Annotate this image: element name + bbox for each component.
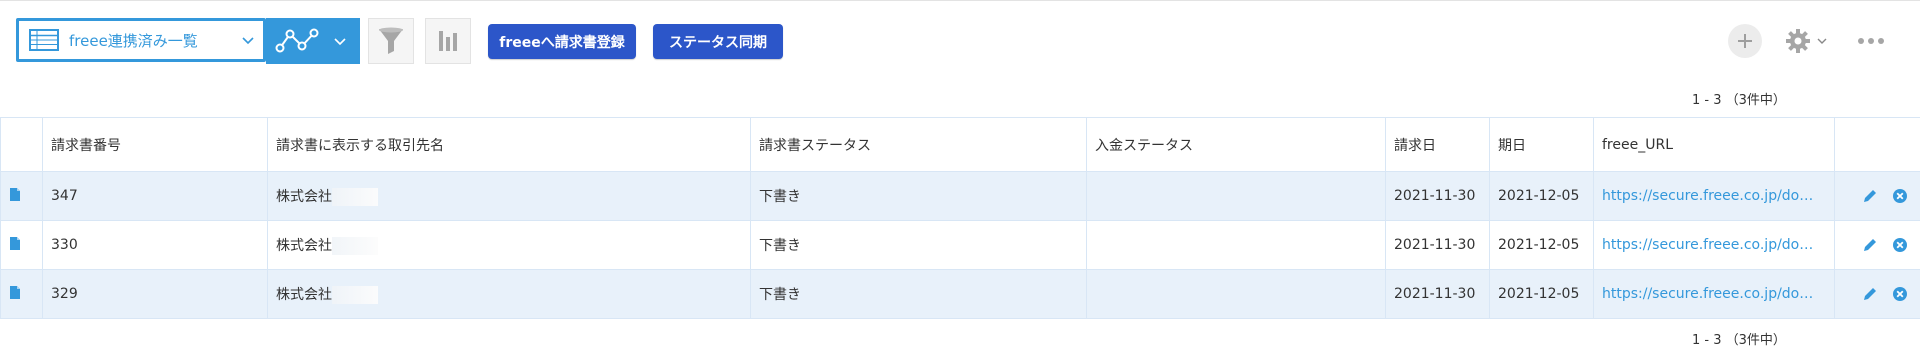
redacted-area	[332, 188, 378, 206]
view-selector[interactable]: freee連携済み一覧	[16, 18, 266, 62]
bar-chart-icon	[439, 31, 457, 51]
column-header[interactable]: 請求書に表示する取引先名	[267, 117, 751, 172]
column-header[interactable]: 請求日	[1385, 117, 1490, 172]
invoice-date-cell: 2021-11-30	[1385, 171, 1490, 221]
record-link-cell[interactable]	[0, 220, 43, 270]
status-sync-button[interactable]: ステータス同期	[653, 24, 783, 59]
client-name-text: 株式会社	[276, 287, 332, 303]
payment-status-cell	[1086, 171, 1386, 221]
table-header-row: 請求書番号 請求書に表示する取引先名 請求書ステータス 入金ステータス 請求日 …	[0, 117, 1920, 172]
client-name-cell: 株式会社	[267, 220, 751, 270]
invoice-date-cell: 2021-11-30	[1385, 269, 1490, 319]
due-date-cell: 2021-12-05	[1489, 220, 1594, 270]
pencil-icon[interactable]	[1862, 188, 1878, 204]
invoice-number-cell: 330	[42, 220, 268, 270]
pagination-info: 1 - 3 （3件中）	[1692, 333, 1786, 348]
chevron-down-icon	[334, 38, 346, 46]
pagination-info: 1 - 3 （3件中）	[1692, 93, 1786, 108]
column-header[interactable]: 請求書番号	[42, 117, 268, 172]
graph-view-button[interactable]	[266, 18, 360, 64]
chevron-down-icon	[242, 37, 254, 45]
row-actions-cell	[1834, 269, 1920, 319]
table-row: 329 株式会社 下書き 2021-11-30 2021-12-05 https…	[0, 269, 1920, 319]
freee-url-link[interactable]: https://secure.freee.co.jp/do…	[1593, 269, 1835, 319]
client-name-text: 株式会社	[276, 238, 332, 254]
invoice-number-cell: 329	[42, 269, 268, 319]
invoice-status-cell: 下書き	[750, 220, 1087, 270]
more-icon[interactable]	[1856, 30, 1886, 52]
record-link-cell[interactable]	[0, 269, 43, 319]
filter-icon	[379, 27, 403, 54]
row-actions-cell	[1834, 171, 1920, 221]
record-link-cell[interactable]	[0, 171, 43, 221]
delete-icon[interactable]	[1892, 286, 1908, 302]
client-name-text: 株式会社	[276, 189, 332, 205]
column-header[interactable]: 期日	[1489, 117, 1594, 172]
freee-url-link[interactable]: https://secure.freee.co.jp/do…	[1593, 220, 1835, 270]
pencil-icon[interactable]	[1862, 237, 1878, 253]
client-name-cell: 株式会社	[267, 269, 751, 319]
chart-button[interactable]	[425, 18, 471, 64]
table-row: 330 株式会社 下書き 2021-11-30 2021-12-05 https…	[0, 220, 1920, 270]
delete-icon[interactable]	[1892, 188, 1908, 204]
row-actions-cell	[1834, 220, 1920, 270]
filter-button[interactable]	[368, 18, 414, 64]
column-header[interactable]: 請求書ステータス	[750, 117, 1087, 172]
freee-url-link[interactable]: https://secure.freee.co.jp/do…	[1593, 171, 1835, 221]
column-header-actions	[1834, 117, 1920, 172]
document-icon[interactable]	[9, 236, 21, 251]
invoice-date-cell: 2021-11-30	[1385, 220, 1490, 270]
client-name-cell: 株式会社	[267, 171, 751, 221]
settings-button[interactable]	[1784, 25, 1832, 57]
due-date-cell: 2021-12-05	[1489, 171, 1594, 221]
plus-icon	[1738, 34, 1752, 48]
graph-icon	[275, 28, 319, 53]
table-row: 347 株式会社 下書き 2021-11-30 2021-12-05 https…	[0, 171, 1920, 221]
pencil-icon[interactable]	[1862, 286, 1878, 302]
delete-icon[interactable]	[1892, 237, 1908, 253]
chevron-down-icon	[1817, 38, 1827, 44]
redacted-area	[332, 286, 378, 304]
invoice-status-cell: 下書き	[750, 269, 1087, 319]
payment-status-cell	[1086, 269, 1386, 319]
column-header[interactable]: freee_URL	[1593, 117, 1835, 172]
add-record-button[interactable]	[1728, 24, 1762, 58]
view-selector-label: freee連携済み一覧	[69, 31, 198, 50]
column-header[interactable]: 入金ステータス	[1086, 117, 1386, 172]
payment-status-cell	[1086, 220, 1386, 270]
gear-icon	[1786, 29, 1810, 53]
toolbar: freee連携済み一覧 freeeへ請求書登録 ステータス同期	[0, 0, 1920, 80]
document-icon[interactable]	[9, 285, 21, 300]
due-date-cell: 2021-12-05	[1489, 269, 1594, 319]
document-icon[interactable]	[9, 187, 21, 202]
invoice-number-cell: 347	[42, 171, 268, 221]
freee-register-button[interactable]: freeeへ請求書登録	[488, 24, 636, 59]
redacted-area	[332, 237, 378, 255]
table-icon	[29, 29, 59, 51]
column-header-icon	[0, 117, 43, 172]
invoice-status-cell: 下書き	[750, 171, 1087, 221]
record-table: 請求書番号 請求書に表示する取引先名 請求書ステータス 入金ステータス 請求日 …	[0, 117, 1920, 319]
